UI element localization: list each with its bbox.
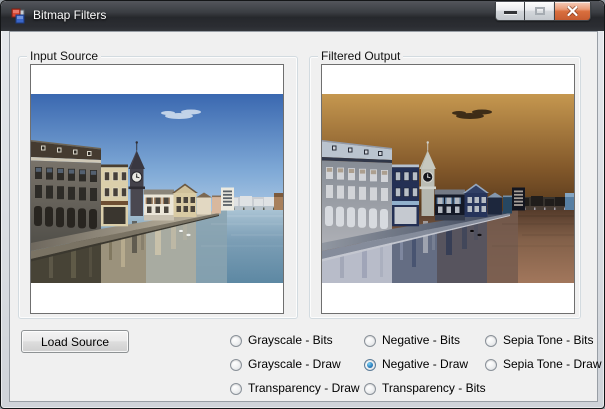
- radio-circle-icon: [485, 334, 497, 347]
- radio-label: Grayscale - Bits: [248, 333, 333, 347]
- radio-label: Negative - Bits: [382, 333, 461, 347]
- radio-transparency-bits[interactable]: Transparency - Bits: [364, 382, 486, 395]
- filtered-output-group-label: Filtered Output: [318, 49, 404, 63]
- app-window: Bitmap Filters Input Source Filtered Out…: [0, 0, 605, 409]
- radio-label: Sepia Tone - Bits: [503, 333, 594, 347]
- maximize-button[interactable]: [525, 2, 554, 21]
- close-icon: [567, 6, 578, 16]
- radio-circle-icon: [230, 358, 242, 371]
- radio-label: Transparency - Bits: [382, 381, 486, 395]
- output-picturebox: [321, 64, 575, 314]
- minimize-button[interactable]: [495, 2, 525, 21]
- radio-grayscale-draw[interactable]: Grayscale - Draw: [230, 358, 341, 371]
- radio-circle-icon: [230, 334, 242, 347]
- maximize-icon: [534, 7, 545, 15]
- radio-label: Negative - Draw: [382, 357, 469, 371]
- radio-label: Transparency - Draw: [248, 381, 360, 395]
- radio-circle-icon: [364, 358, 376, 371]
- radio-circle-icon: [230, 382, 242, 395]
- radio-negative-draw[interactable]: Negative - Draw: [364, 358, 468, 371]
- window-title: Bitmap Filters: [33, 8, 107, 22]
- radio-circle-icon: [485, 358, 497, 371]
- radio-circle-icon: [364, 334, 376, 347]
- input-photo: [31, 94, 283, 283]
- radio-negative-bits[interactable]: Negative - Bits: [364, 334, 460, 347]
- radio-sepia-tone-draw[interactable]: Sepia Tone - Draw: [485, 358, 602, 371]
- app-icon: [10, 8, 26, 24]
- minimize-icon: [503, 10, 517, 14]
- close-button[interactable]: [554, 2, 591, 21]
- radio-label: Sepia Tone - Draw: [503, 357, 602, 371]
- output-photo-negative: [322, 94, 574, 283]
- input-picturebox: [30, 64, 284, 314]
- filtered-output-groupbox: Filtered Output: [309, 49, 581, 319]
- radio-circle-icon: [364, 382, 376, 395]
- radio-sepia-tone-bits[interactable]: Sepia Tone - Bits: [485, 334, 594, 347]
- radio-transparency-draw[interactable]: Transparency - Draw: [230, 382, 360, 395]
- client-area: Input Source Filtered Output Load Source…: [9, 31, 602, 402]
- input-source-group-label: Input Source: [27, 49, 102, 63]
- input-source-groupbox: Input Source: [18, 49, 298, 319]
- radio-label: Grayscale - Draw: [248, 357, 341, 371]
- radio-grayscale-bits[interactable]: Grayscale - Bits: [230, 334, 333, 347]
- load-source-button[interactable]: Load Source: [21, 330, 129, 353]
- titlebar[interactable]: Bitmap Filters: [1, 1, 604, 31]
- window-controls: [495, 2, 591, 21]
